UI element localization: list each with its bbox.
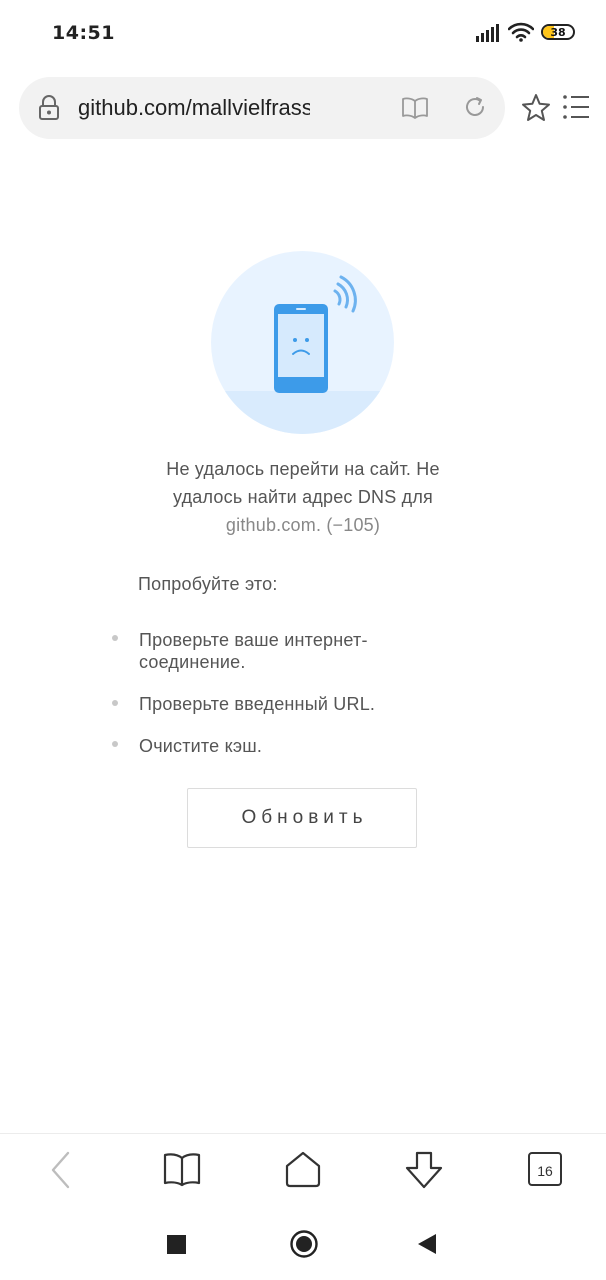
- wifi-icon: [508, 22, 534, 42]
- home-icon[interactable]: [289, 1229, 319, 1259]
- reload-button[interactable]: Обновить: [187, 788, 417, 848]
- error-illustration: [211, 251, 394, 434]
- bullet-dot: [112, 635, 118, 641]
- suggestion-item: Очистите кэш.: [139, 736, 263, 756]
- bookmarks-icon[interactable]: [163, 1150, 201, 1188]
- error-message-text: Не удалось перейти на сайт. Не удалось н…: [166, 459, 440, 507]
- sad-phone-icon: [211, 275, 394, 434]
- back-icon[interactable]: [46, 1150, 74, 1190]
- suggestion-item: Проверьте введенный URL.: [139, 694, 376, 714]
- back-icon[interactable]: [416, 1232, 438, 1256]
- tabs-count: 16: [537, 1163, 553, 1179]
- signal-icon: [476, 24, 499, 42]
- error-host-code: github.com. (−105): [225, 515, 381, 535]
- menu-icon[interactable]: [562, 94, 590, 120]
- url-text[interactable]: github.com/mallvielfrass/FPat: [78, 94, 310, 122]
- address-bar[interactable]: github.com/mallvielfrass/FPat: [19, 77, 505, 139]
- lock-icon[interactable]: [38, 95, 60, 121]
- bullet-dot: [112, 741, 118, 747]
- system-navigation-bar: [0, 1208, 606, 1280]
- tabs-icon[interactable]: 16: [528, 1152, 562, 1186]
- star-icon[interactable]: [521, 93, 551, 123]
- bullet-dot: [112, 700, 118, 706]
- bottom-toolbar: 16: [0, 1133, 606, 1209]
- suggestions-heading: Попробуйте это:: [138, 574, 278, 594]
- battery-icon: 38: [541, 24, 575, 40]
- suggestion-item: Проверьте ваше интернет-соединение.: [139, 630, 368, 672]
- reader-mode-icon[interactable]: [401, 97, 429, 119]
- status-time: 14:51: [52, 22, 115, 44]
- battery-level-text: 38: [550, 26, 566, 39]
- home-icon[interactable]: [284, 1150, 322, 1188]
- recents-icon[interactable]: [167, 1235, 186, 1254]
- download-icon[interactable]: [404, 1150, 444, 1190]
- error-message: Не удалось перейти на сайт. Не удалось н…: [150, 455, 456, 539]
- reload-icon[interactable]: [463, 95, 487, 119]
